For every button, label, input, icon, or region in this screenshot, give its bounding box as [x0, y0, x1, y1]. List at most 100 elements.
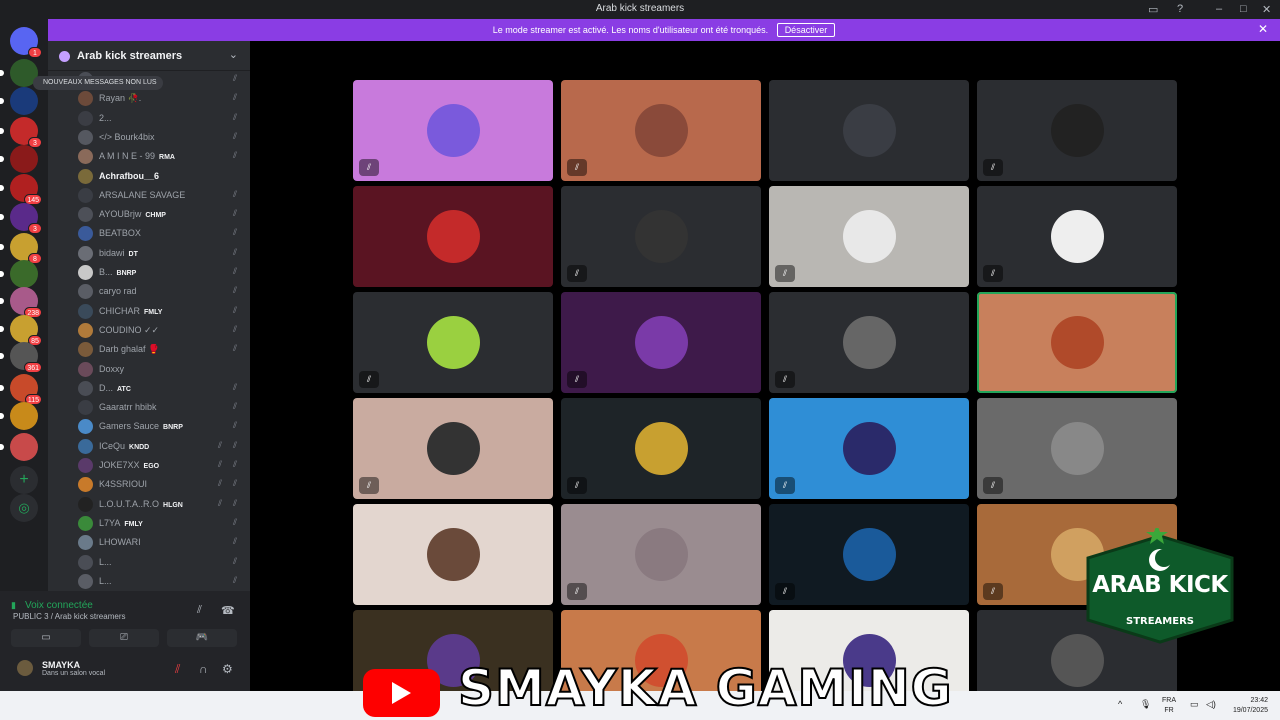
unread-messages-pill[interactable]: NOUVEAUX MESSAGES NON LUS	[33, 76, 163, 90]
activity-button[interactable]: 🎮	[167, 629, 237, 647]
voice-member[interactable]: Gaaratrr hbibk ⫽	[78, 398, 248, 417]
network-icon[interactable]: ▭	[1190, 699, 1199, 710]
voice-member[interactable]: bidawi DT ⫽	[78, 244, 248, 263]
voice-member[interactable]: BEATBOX ⫽	[78, 224, 248, 243]
participant-tile[interactable]: ⫽	[769, 292, 969, 393]
add-server-icon[interactable]: +	[10, 466, 38, 494]
voice-member[interactable]: LHOWARI ⫽	[78, 533, 248, 552]
disconnect-icon[interactable]: ☎	[221, 604, 235, 617]
server-icon[interactable]	[10, 402, 38, 430]
server-icon[interactable]: 145	[10, 174, 42, 205]
signal-icon[interactable]: ▮	[11, 600, 16, 611]
member-avatar	[78, 573, 93, 589]
chevron-down-icon[interactable]: ⌄	[229, 48, 238, 61]
headphones-icon[interactable]: ∩	[199, 662, 208, 676]
member-name: L7YA FMLY	[99, 517, 143, 528]
server-icon[interactable]: 85	[10, 315, 42, 346]
voice-member[interactable]: A M I N E - 99 RMA ⫽	[78, 147, 248, 166]
participant-tile[interactable]: ⫽	[977, 186, 1177, 287]
server-icon[interactable]: 115	[10, 374, 42, 405]
server-icon[interactable]: 361	[10, 342, 42, 373]
screen-share-button[interactable]: ⎚	[89, 629, 159, 647]
participant-tile[interactable]: ⫽	[769, 398, 969, 499]
minimize-icon[interactable]: –	[1216, 3, 1222, 15]
muted-mic-icon: ⫽	[983, 583, 1003, 600]
voice-member[interactable]: CHICHAR FMLY ⫽	[78, 302, 248, 321]
participant-tile[interactable]	[769, 80, 969, 181]
settings-gear-icon[interactable]: ⚙	[222, 662, 233, 676]
participant-tile[interactable]: ⫽	[977, 80, 1177, 181]
server-icon[interactable]: 8	[10, 233, 42, 264]
voice-member[interactable]: </> Bourk4bix ⫽	[78, 128, 248, 147]
participant-tile[interactable]: ⫽	[561, 80, 761, 181]
voice-member[interactable]: 2... ⫽	[78, 109, 248, 128]
voice-member[interactable]: K4SSRIOUI ⫽ ⫽	[78, 475, 248, 494]
voice-member[interactable]: AYOUBrjw CHMP ⫽	[78, 205, 248, 224]
participant-tile[interactable]	[353, 186, 553, 287]
participant-tile[interactable]: ⫽	[353, 80, 553, 181]
participant-tile[interactable]: ⫽	[561, 186, 761, 287]
server-icon[interactable]	[10, 145, 38, 173]
username[interactable]: SMAYKA	[42, 660, 80, 670]
voice-member[interactable]: ICeQu KNDD ⫽ ⫽	[78, 437, 248, 456]
voice-member[interactable]: L7YA FMLY ⫽	[78, 514, 248, 533]
help-icon[interactable]: ?	[1177, 3, 1183, 15]
voice-member[interactable]: COUDINO ✓✓ ⫽	[78, 321, 248, 340]
noise-suppression-icon[interactable]: ⫽	[197, 604, 202, 617]
tray-expand-icon[interactable]: ^	[1118, 699, 1122, 709]
member-avatar	[78, 91, 93, 107]
voice-member[interactable]: ARSALANE SAVAGE ⫽	[78, 186, 248, 205]
participant-tile[interactable]: ⫽	[353, 398, 553, 499]
close-banner-icon[interactable]: ✕	[1258, 22, 1268, 36]
member-name: L...	[99, 575, 112, 586]
server-icon[interactable]	[10, 433, 38, 461]
discover-icon[interactable]: ◎	[10, 494, 38, 522]
server-icon[interactable]	[10, 87, 38, 115]
voice-member[interactable]: Achrafbou__6	[78, 167, 248, 186]
participant-tile[interactable]: ⫽	[353, 292, 553, 393]
muted-icon: ⫽	[232, 574, 237, 585]
voice-member[interactable]: L.O.U.T.A..R.O HLGN ⫽ ⫽	[78, 495, 248, 514]
voice-member[interactable]: Darb ghalaf 🥊 ⫽	[78, 340, 248, 359]
participant-tile[interactable]: ⫽	[977, 398, 1177, 499]
close-window-icon[interactable]: ✕	[1262, 3, 1271, 16]
volume-icon[interactable]: ◁)	[1206, 699, 1216, 710]
maximize-icon[interactable]: □	[1240, 3, 1247, 15]
participant-tile[interactable]	[977, 292, 1177, 393]
voice-member[interactable]: L... ⫽	[78, 553, 248, 572]
guild-header[interactable]: Arab kick streamers ⌄	[48, 41, 250, 71]
participant-tile[interactable]: ⫽	[561, 504, 761, 605]
server-icon[interactable]: 1	[10, 27, 42, 58]
mute-mic-icon[interactable]: ⫽	[175, 662, 180, 677]
clock[interactable]: 23:42 19/07/2025	[1233, 696, 1268, 716]
participant-tile[interactable]	[353, 504, 553, 605]
server-icon[interactable]: 238	[10, 287, 42, 318]
inbox-icon[interactable]: ▭	[1148, 3, 1158, 16]
participant-tile[interactable]: ⫽	[769, 186, 969, 287]
voice-member[interactable]: D... ATC ⫽	[78, 379, 248, 398]
voice-member[interactable]: JOKE7XX EGO ⫽ ⫽	[78, 456, 248, 475]
voice-member[interactable]: L... ⫽	[78, 572, 248, 591]
user-avatar[interactable]	[17, 660, 33, 676]
voice-member[interactable]: B... BNRP ⫽	[78, 263, 248, 282]
server-icon[interactable]	[10, 260, 38, 288]
unread-pill	[0, 214, 4, 220]
disable-streamer-mode-button[interactable]: Désactiver	[776, 23, 836, 37]
microphone-icon[interactable]: 🎙	[1140, 699, 1151, 710]
server-icon[interactable]: 3	[10, 117, 42, 148]
youtube-logo	[363, 669, 440, 717]
muted-icon: ⫽	[232, 420, 237, 431]
camera-button[interactable]: ▭	[11, 629, 81, 647]
participant-tile[interactable]: ⫽	[561, 398, 761, 499]
voice-member[interactable]: caryo rad ⫽	[78, 282, 248, 301]
language-indicator[interactable]: FRA FR	[1162, 696, 1176, 716]
unread-pill	[0, 98, 4, 104]
server-icon[interactable]: 3	[10, 203, 42, 234]
participant-tile[interactable]: ⫽	[561, 292, 761, 393]
voice-channel-path[interactable]: PUBLIC 3 / Arab kick streamers	[13, 612, 125, 621]
muted-icon: ⫽	[232, 92, 237, 103]
voice-member[interactable]: Rayan 🥀. ⫽	[78, 89, 248, 108]
voice-member[interactable]: Gamers Sauce BNRP ⫽	[78, 417, 248, 436]
voice-member[interactable]: Doxxy	[78, 360, 248, 379]
participant-tile[interactable]: ⫽	[769, 504, 969, 605]
